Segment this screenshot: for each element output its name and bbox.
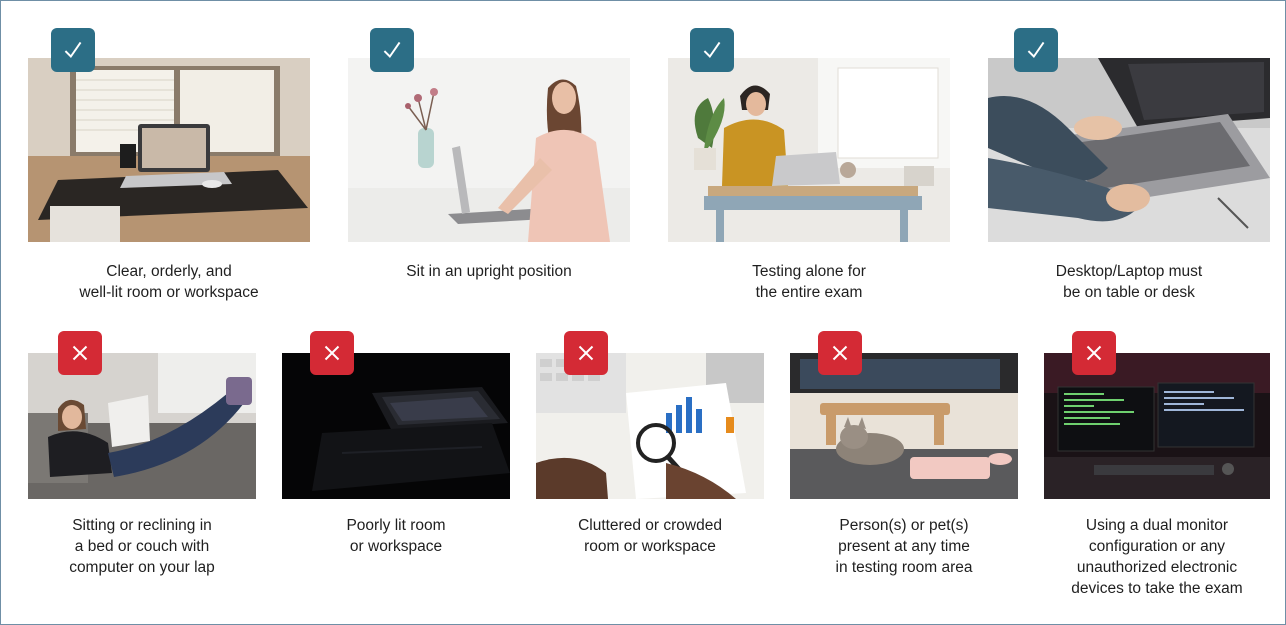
photo-laptop-desk [988, 58, 1270, 242]
photo-clear-workspace [28, 58, 310, 242]
caption-line: room or workspace [584, 538, 716, 555]
caption-line: Desktop/Laptop must [1055, 263, 1203, 280]
caption-line: Using a dual monitor [1085, 517, 1229, 534]
cross-icon [564, 331, 608, 375]
caption-line: or workspace [349, 538, 443, 555]
cross-icon [1072, 331, 1116, 375]
caption-line: Person(s) or pet(s) [839, 517, 969, 534]
caption-line: Sitting or reclining in [72, 517, 212, 534]
checkmark-icon [690, 28, 734, 72]
cross-icon [818, 331, 862, 375]
photo-upright-woman [348, 58, 630, 242]
caption-line: devices to take the exam [1071, 580, 1243, 597]
caption-line: Poorly lit room [346, 517, 446, 534]
cross-icon [58, 331, 102, 375]
caption-line: computer on your lap [69, 559, 215, 576]
caption-line: configuration or any [1088, 538, 1226, 555]
caption-line: Cluttered or crowded [578, 517, 722, 534]
guidelines-panel: Clear, orderly, and well-lit room or wor… [0, 0, 1286, 625]
checkmark-icon [1014, 28, 1058, 72]
caption-line: be on table or desk [1063, 284, 1195, 301]
caption-line: well-lit room or workspace [79, 284, 259, 301]
caption-line: Sit in an upright position [406, 263, 572, 280]
photo-woman-alone [668, 58, 950, 242]
caption-line: Clear, orderly, and [106, 263, 232, 280]
caption-line: Testing alone for [752, 263, 866, 280]
caption-line: a bed or couch with [74, 538, 210, 555]
caption-line: the entire exam [755, 284, 863, 301]
cross-icon [310, 331, 354, 375]
caption-line: unauthorized electronic [1076, 559, 1238, 576]
checkmark-icon [370, 28, 414, 72]
checkmark-icon [51, 28, 95, 72]
caption-line: in testing room area [835, 559, 973, 576]
caption-line: present at any time [838, 538, 970, 555]
